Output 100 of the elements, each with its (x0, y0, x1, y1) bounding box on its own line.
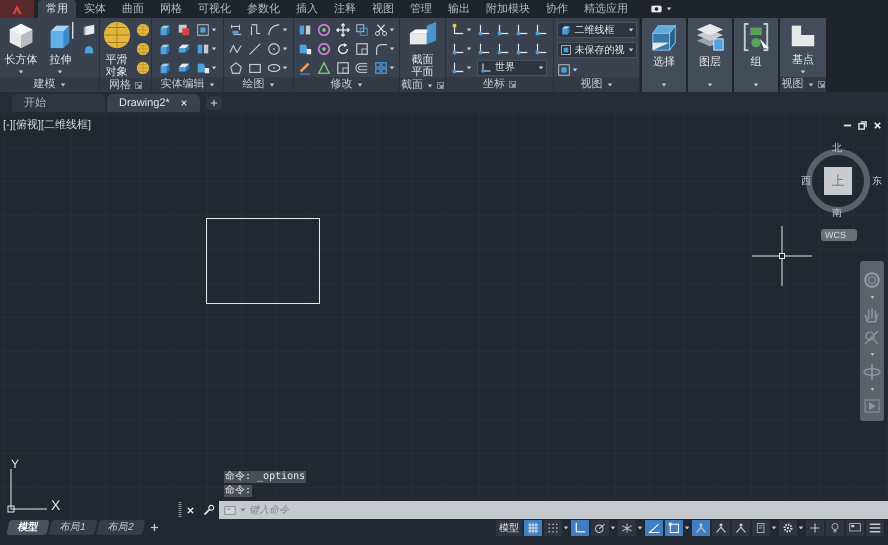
caret-icon[interactable] (356, 82, 362, 88)
caret-icon[interactable] (282, 26, 288, 32)
ruler-icon[interactable] (755, 522, 767, 534)
frame-icon[interactable] (556, 62, 570, 76)
status-toggle[interactable] (692, 520, 710, 536)
compass-label[interactable]: 西 (801, 174, 811, 189)
grid-icon[interactable] (527, 522, 539, 534)
caret-icon[interactable] (211, 64, 217, 70)
restore-icon[interactable] (858, 121, 867, 130)
camera-icon[interactable] (650, 3, 663, 15)
triangle-icon[interactable] (317, 60, 331, 74)
menu-icon[interactable] (869, 522, 881, 534)
ribbon-tab[interactable]: 插入 (288, 0, 326, 18)
lightbulb-icon[interactable] (829, 522, 841, 534)
status-toggle[interactable] (826, 520, 844, 536)
caret-icon[interactable] (282, 64, 288, 70)
axes-icon[interactable] (515, 22, 529, 36)
command-input[interactable]: 键入命令 (249, 501, 888, 519)
app-menu-button[interactable] (0, 0, 34, 18)
ribbon-button[interactable]: 长方体 (3, 20, 38, 75)
caret-icon[interactable] (684, 525, 690, 531)
dimension-icon[interactable] (229, 22, 243, 36)
caret-icon[interactable] (637, 525, 643, 531)
new-tab-button[interactable] (206, 96, 222, 110)
caret-icon[interactable] (282, 46, 288, 52)
ribbon-tab[interactable]: 常用 (38, 0, 76, 18)
slab-icon[interactable] (177, 42, 191, 56)
mirror-icon[interactable] (298, 22, 312, 36)
status-toggle[interactable] (752, 520, 770, 536)
status-toggle[interactable] (544, 520, 562, 536)
caret-icon[interactable] (606, 82, 612, 88)
axes-icon[interactable] (515, 42, 529, 56)
layout-tab[interactable]: 模型 (6, 520, 50, 535)
arc-icon[interactable] (267, 22, 281, 36)
frame-icon[interactable] (560, 44, 572, 56)
caret-icon[interactable] (753, 82, 759, 88)
axes-icon[interactable] (534, 22, 548, 36)
ribbon-tab[interactable]: 网格 (152, 0, 190, 18)
polyline-icon[interactable] (229, 42, 243, 56)
caret-icon[interactable] (661, 82, 667, 88)
pentagon-icon[interactable] (229, 60, 243, 74)
launcher-icon[interactable] (135, 82, 142, 89)
status-toggle[interactable] (665, 520, 683, 536)
axes-icon[interactable] (496, 22, 510, 36)
block-icon[interactable] (82, 22, 96, 36)
line-icon[interactable] (248, 42, 262, 56)
viewport-control[interactable]: [二维线框] (40, 117, 92, 134)
axes-icon[interactable] (451, 60, 465, 74)
ribbon-tab[interactable]: 输出 (440, 0, 478, 18)
mirror-icon[interactable] (196, 42, 210, 56)
cube-icon[interactable] (560, 24, 572, 36)
caret-icon[interactable] (798, 525, 804, 531)
ribbon-tab[interactable]: 注释 (326, 0, 364, 18)
cube-icon[interactable] (158, 22, 172, 36)
ribbon-button[interactable]: 拉伸 (42, 20, 78, 75)
compass-label[interactable]: 北 (832, 141, 842, 156)
caret-icon[interactable] (628, 47, 634, 53)
status-toggle[interactable] (571, 520, 589, 536)
squares-icon[interactable] (177, 22, 191, 36)
caret-icon[interactable] (57, 69, 64, 75)
document-tab[interactable]: Drawing2* (107, 94, 200, 112)
ribbon-tab[interactable]: 曲面 (114, 0, 152, 18)
corner-square-icon[interactable] (668, 522, 680, 534)
plus-icon[interactable] (150, 523, 160, 532)
ribbon-button[interactable]: 选择 (645, 20, 683, 68)
model-space-button[interactable]: 模型 (496, 520, 522, 536)
grid-icon[interactable] (374, 60, 388, 74)
ribbon-tab[interactable]: 实体 (76, 0, 114, 18)
offset-icon[interactable] (355, 60, 369, 74)
viewport-control[interactable]: [-] (3, 117, 13, 134)
grip-handle[interactable] (178, 502, 182, 518)
caret-icon[interactable] (808, 82, 814, 88)
caret-icon[interactable] (211, 46, 217, 52)
caret-icon[interactable] (60, 82, 66, 88)
document-tab[interactable]: 开始 (12, 94, 105, 112)
axes-icon[interactable] (451, 42, 465, 56)
circle-icon[interactable] (267, 42, 281, 56)
status-toggle[interactable] (645, 520, 663, 536)
scissors-icon[interactable] (374, 22, 388, 36)
ribbon-tab[interactable]: 参数化 (239, 0, 288, 18)
isometric-icon[interactable] (621, 522, 633, 534)
caret-icon[interactable] (563, 525, 569, 531)
caret-icon[interactable] (666, 6, 672, 12)
status-toggle[interactable] (806, 520, 824, 536)
close-icon[interactable] (180, 99, 188, 107)
copy-icon[interactable] (355, 22, 369, 36)
ribbon-button[interactable]: 平滑对象 (102, 20, 132, 78)
viewport-control[interactable]: [俯视] (12, 117, 41, 134)
axes-icon[interactable] (451, 22, 465, 36)
caret-icon[interactable] (628, 27, 634, 33)
ribbon-button[interactable]: 组 (737, 20, 775, 68)
ribbon-tab[interactable]: 可视化 (190, 0, 239, 18)
caret-icon[interactable] (800, 69, 806, 75)
launcher-icon[interactable] (437, 82, 444, 89)
spline-icon[interactable] (248, 22, 262, 36)
ribbon-button[interactable]: 图层 (691, 20, 729, 68)
person-icon[interactable] (715, 522, 727, 534)
stretch-icon[interactable] (196, 60, 210, 74)
caret-icon[interactable] (466, 46, 472, 52)
dropdown[interactable]: 二维线框 (556, 22, 636, 38)
